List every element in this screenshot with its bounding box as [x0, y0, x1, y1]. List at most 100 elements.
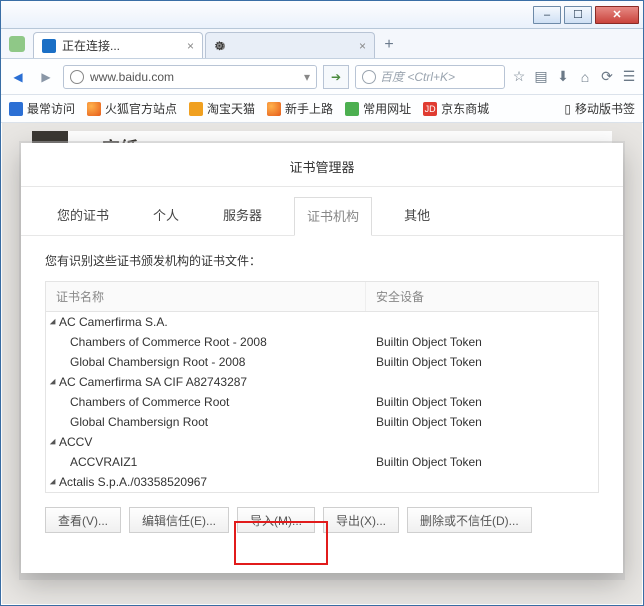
- cert-tab-list: 您的证书 个人 服务器 证书机构 其他: [21, 187, 623, 236]
- back-button[interactable]: ◀: [7, 66, 29, 88]
- cert-name: Global Chambersign Root: [46, 415, 366, 429]
- cert-row[interactable]: Chambers of Commerce RootBuiltin Object …: [46, 392, 598, 412]
- delete-distrust-button[interactable]: 删除或不信任(D)...: [407, 507, 532, 533]
- bookmark-label: 火狐官方站点: [105, 100, 177, 117]
- bookmark-taobao[interactable]: 淘宝天猫: [189, 100, 255, 117]
- downloads-icon[interactable]: ⬇: [555, 69, 571, 85]
- url-field[interactable]: www.baidu.com ▾: [63, 65, 317, 89]
- export-button[interactable]: 导出(X)...: [323, 507, 399, 533]
- certificate-manager-dialog: 证书管理器 您的证书 个人 服务器 证书机构 其他 您有识别这些证书颁发机构的证…: [21, 143, 623, 573]
- reader-icon[interactable]: ▤: [533, 69, 549, 85]
- expand-icon: [50, 439, 58, 447]
- bookmark-label: 新手上路: [285, 100, 333, 117]
- common-icon: [345, 102, 359, 116]
- cert-group[interactable]: ACCV: [46, 432, 598, 452]
- tab-others[interactable]: 其他: [392, 197, 442, 235]
- group-label: Actalis S.p.A./03358520967: [59, 475, 207, 489]
- cert-row[interactable]: Chambers of Commerce Root - 2008Builtin …: [46, 332, 598, 352]
- expand-icon: [50, 319, 58, 327]
- cert-device: Builtin Object Token: [366, 415, 598, 429]
- firefox-icon: [267, 102, 281, 116]
- cert-name: ACCVRAIZ1: [46, 455, 366, 469]
- bookmark-common[interactable]: 常用网址: [345, 100, 411, 117]
- window-minimize-button[interactable]: –: [533, 6, 561, 24]
- window-titlebar: – ☐ ✕: [1, 1, 643, 29]
- jd-icon: JD: [423, 102, 437, 116]
- home-icon[interactable]: ⌂: [577, 69, 593, 85]
- window-maximize-button[interactable]: ☐: [564, 6, 592, 24]
- cert-device: Builtin Object Token: [366, 395, 598, 409]
- cert-name: Global Chambersign Root - 2008: [46, 355, 366, 369]
- cert-group[interactable]: AC Camerfirma SA CIF A82743287: [46, 372, 598, 392]
- dialog-description: 您有识别这些证书颁发机构的证书文件：: [21, 236, 623, 281]
- taobao-icon: [189, 102, 203, 116]
- cert-device: Builtin Object Token: [366, 455, 598, 469]
- bookmark-label: 京东商城: [441, 100, 489, 117]
- search-placeholder: 百度 <Ctrl+K>: [380, 68, 455, 85]
- view-button[interactable]: 查看(V)...: [45, 507, 121, 533]
- forward-button[interactable]: ▶: [35, 66, 57, 88]
- sync-icon[interactable]: ⟳: [599, 69, 615, 85]
- menu-icon[interactable]: ☰: [621, 69, 637, 85]
- cert-table-body[interactable]: AC Camerfirma S.A. Chambers of Commerce …: [46, 312, 598, 492]
- tab-people[interactable]: 个人: [141, 197, 191, 235]
- group-label: AC Camerfirma S.A.: [59, 315, 168, 329]
- cert-device: Builtin Object Token: [366, 355, 598, 369]
- mostvisited-icon: [9, 102, 23, 116]
- cert-group[interactable]: Actalis S.p.A./03358520967: [46, 472, 598, 492]
- bookmark-mostvisited[interactable]: 最常访问: [9, 100, 75, 117]
- col-cert-name[interactable]: 证书名称: [46, 282, 366, 311]
- group-label: ACCV: [59, 435, 92, 449]
- bookmark-label: 最常访问: [27, 100, 75, 117]
- tab-close-icon[interactable]: ×: [187, 39, 194, 53]
- import-button[interactable]: 导入(M)...: [237, 507, 315, 533]
- tab-label: 正在连接...: [62, 37, 120, 54]
- tab-your-certs[interactable]: 您的证书: [45, 197, 121, 235]
- tab-authorities[interactable]: 证书机构: [294, 197, 372, 236]
- url-text: www.baidu.com: [90, 70, 174, 84]
- search-icon: [362, 70, 376, 84]
- group-label: AC Camerfirma SA CIF A82743287: [59, 375, 247, 389]
- url-go-button[interactable]: ➔: [323, 65, 349, 89]
- dialog-button-row: 查看(V)... 编辑信任(E)... 导入(M)... 导出(X)... 删除…: [21, 493, 623, 533]
- cert-device: Builtin Object Token: [366, 335, 598, 349]
- search-box[interactable]: 百度 <Ctrl+K>: [355, 65, 505, 89]
- browser-tab-strip: 正在连接... × ⚙ × +: [1, 29, 643, 59]
- bookmark-label: 常用网址: [363, 100, 411, 117]
- new-tab-button[interactable]: +: [377, 35, 401, 55]
- browser-tab-0[interactable]: 正在连接... ×: [33, 32, 203, 58]
- globe-icon: [70, 70, 84, 84]
- mobile-icon: ▯: [564, 102, 571, 116]
- dialog-title: 证书管理器: [21, 143, 623, 187]
- baidu-favicon-icon: [42, 39, 56, 53]
- col-security-device[interactable]: 安全设备: [366, 282, 598, 311]
- cert-table: 证书名称 安全设备 AC Camerfirma S.A. Chambers of…: [45, 281, 599, 493]
- pin-icon[interactable]: [9, 36, 25, 52]
- cert-table-header: 证书名称 安全设备: [46, 282, 598, 312]
- cert-row[interactable]: Global Chambersign RootBuiltin Object To…: [46, 412, 598, 432]
- cert-row[interactable]: ACCVRAIZ1Builtin Object Token: [46, 452, 598, 472]
- gear-icon: ⚙: [214, 39, 228, 53]
- edit-trust-button[interactable]: 编辑信任(E)...: [129, 507, 229, 533]
- cert-row[interactable]: Global Chambersign Root - 2008Builtin Ob…: [46, 352, 598, 372]
- url-toolbar: ◀ ▶ www.baidu.com ▾ ➔ 百度 <Ctrl+K> ☆ ▤ ⬇ …: [1, 59, 643, 95]
- bookmark-jd[interactable]: JD 京东商城: [423, 100, 489, 117]
- expand-icon: [50, 379, 58, 387]
- url-dropdown-icon[interactable]: ▾: [304, 70, 310, 84]
- expand-icon: [50, 479, 58, 487]
- tab-servers[interactable]: 服务器: [211, 197, 274, 235]
- bookmark-firefox[interactable]: 火狐官方站点: [87, 100, 177, 117]
- cert-name: Chambers of Commerce Root: [46, 395, 366, 409]
- bookmark-label: 移动版书签: [575, 100, 635, 117]
- window-close-button[interactable]: ✕: [595, 6, 639, 24]
- bookmark-label: 淘宝天猫: [207, 100, 255, 117]
- tab-close-icon[interactable]: ×: [359, 39, 366, 53]
- cert-group[interactable]: AC Camerfirma S.A.: [46, 312, 598, 332]
- bookmark-newbie[interactable]: 新手上路: [267, 100, 333, 117]
- cert-name: Chambers of Commerce Root - 2008: [46, 335, 366, 349]
- bookmark-mobile[interactable]: ▯ 移动版书签: [564, 100, 635, 117]
- firefox-icon: [87, 102, 101, 116]
- bookmarks-bar: 最常访问 火狐官方站点 淘宝天猫 新手上路 常用网址 JD 京东商城 ▯ 移动版书签: [1, 95, 643, 123]
- star-icon[interactable]: ☆: [511, 69, 527, 85]
- browser-tab-1[interactable]: ⚙ ×: [205, 32, 375, 58]
